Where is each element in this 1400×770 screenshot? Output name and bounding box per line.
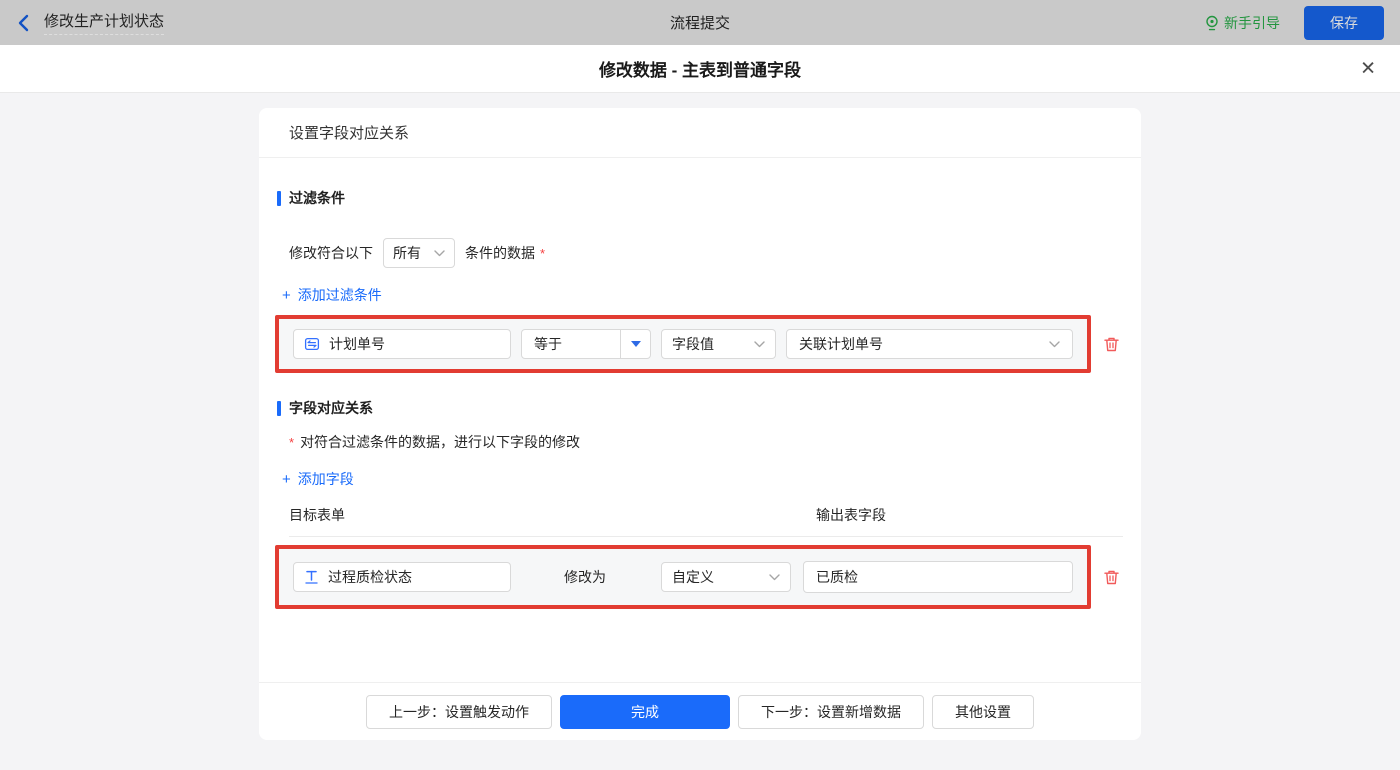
annotation-highlight-mapping: 过程质检状态 修改为 自定义 — [277, 547, 1089, 607]
mapping-column-headers: 目标表单 输出表字段 — [289, 505, 1123, 537]
delete-filter-row-button[interactable] — [1103, 336, 1120, 353]
modal-title: 修改数据 - 主表到普通字段 — [599, 56, 801, 81]
column-header-target-form: 目标表单 — [289, 505, 816, 525]
add-field-link[interactable]: + 添加字段 — [282, 469, 354, 489]
mapping-section-title: 字段对应关系 — [277, 398, 1123, 418]
mapping-description: 对符合过滤条件的数据，进行以下字段的修改 — [300, 432, 580, 452]
add-filter-condition-label: 添加过滤条件 — [298, 285, 382, 305]
target-field-value: 过程质检状态 — [328, 567, 412, 587]
modal-body: 设置字段对应关系 过滤条件 修改符合以下 所有 条件的数据 * — [0, 108, 1400, 770]
trash-icon — [1103, 569, 1120, 586]
panel-footer: 上一步：设置触发动作 完成 下一步：设置新增数据 其他设置 — [259, 682, 1141, 740]
text-field-icon — [304, 569, 319, 585]
serial-number-field-icon — [304, 336, 320, 352]
done-button[interactable]: 完成 — [560, 695, 730, 729]
next-step-button[interactable]: 下一步：设置新增数据 — [738, 695, 924, 729]
chevron-down-icon — [1049, 341, 1060, 348]
save-button[interactable]: 保存 — [1304, 6, 1384, 40]
required-asterisk: * — [540, 246, 545, 261]
workflow-title[interactable]: 修改生产计划状态 — [44, 10, 164, 35]
add-field-label: 添加字段 — [298, 469, 354, 489]
topbar: 修改生产计划状态 流程提交 新手引导 保存 — [0, 0, 1400, 45]
match-prefix-text: 修改符合以下 — [289, 243, 373, 263]
section-accent-bar — [277, 401, 281, 416]
modify-type-select[interactable]: 自定义 — [661, 562, 791, 592]
compare-value-select[interactable]: 关联计划单号 — [786, 329, 1073, 359]
match-mode-value: 所有 — [393, 243, 434, 263]
back-button[interactable] — [16, 14, 30, 32]
modify-type-value: 自定义 — [672, 567, 769, 587]
settings-panel: 设置字段对应关系 过滤条件 修改符合以下 所有 条件的数据 * — [259, 108, 1141, 740]
match-suffix-text: 条件的数据 — [465, 243, 535, 263]
chevron-down-icon — [754, 341, 765, 348]
filter-section-title: 过滤条件 — [277, 188, 1123, 208]
match-mode-select[interactable]: 所有 — [383, 238, 455, 268]
filter-field-selector[interactable]: 计划单号 — [293, 329, 511, 359]
compare-value: 关联计划单号 — [799, 334, 1049, 354]
mapping-section-label: 字段对应关系 — [289, 398, 373, 418]
section-accent-bar — [277, 191, 281, 206]
operator-select[interactable]: 等于 — [521, 329, 651, 359]
other-settings-button[interactable]: 其他设置 — [932, 695, 1034, 729]
plus-icon: + — [282, 472, 291, 487]
add-filter-condition-link[interactable]: + 添加过滤条件 — [282, 285, 382, 305]
operator-caret-button[interactable] — [620, 330, 650, 358]
required-asterisk: * — [289, 435, 294, 450]
page-title: 流程提交 — [0, 12, 1400, 33]
filter-section-label: 过滤条件 — [289, 188, 345, 208]
beginner-guide-label: 新手引导 — [1224, 13, 1280, 33]
delete-mapping-row-button[interactable] — [1103, 569, 1120, 586]
modal-header: 修改数据 - 主表到普通字段 ✕ — [0, 45, 1400, 93]
value-type-select[interactable]: 字段值 — [661, 329, 776, 359]
close-icon[interactable]: ✕ — [1360, 59, 1376, 78]
prev-step-button[interactable]: 上一步：设置触发动作 — [366, 695, 552, 729]
plus-icon: + — [282, 288, 291, 303]
value-type-value: 字段值 — [672, 334, 754, 354]
beginner-guide-link[interactable]: 新手引导 — [1205, 13, 1280, 33]
modify-to-label: 修改为 — [564, 567, 606, 587]
operator-value: 等于 — [522, 334, 620, 354]
column-header-output-field: 输出表字段 — [816, 505, 886, 525]
chevron-down-icon — [434, 250, 445, 257]
panel-header: 设置字段对应关系 — [259, 108, 1141, 158]
chevron-down-icon — [769, 574, 780, 581]
chevron-left-icon — [16, 14, 30, 32]
trash-icon — [1103, 336, 1120, 353]
filter-condition-row: 计划单号 等于 字段值 关联计划 — [277, 317, 1123, 371]
field-mapping-row: 过程质检状态 修改为 自定义 — [277, 547, 1123, 607]
guide-bulb-icon — [1205, 15, 1219, 31]
filter-field-value: 计划单号 — [329, 334, 385, 354]
target-field-selector[interactable]: 过程质检状态 — [293, 562, 511, 592]
custom-value-input[interactable] — [803, 561, 1073, 593]
caret-down-icon — [631, 341, 641, 347]
annotation-highlight-filter: 计划单号 等于 字段值 关联计划 — [277, 317, 1089, 371]
